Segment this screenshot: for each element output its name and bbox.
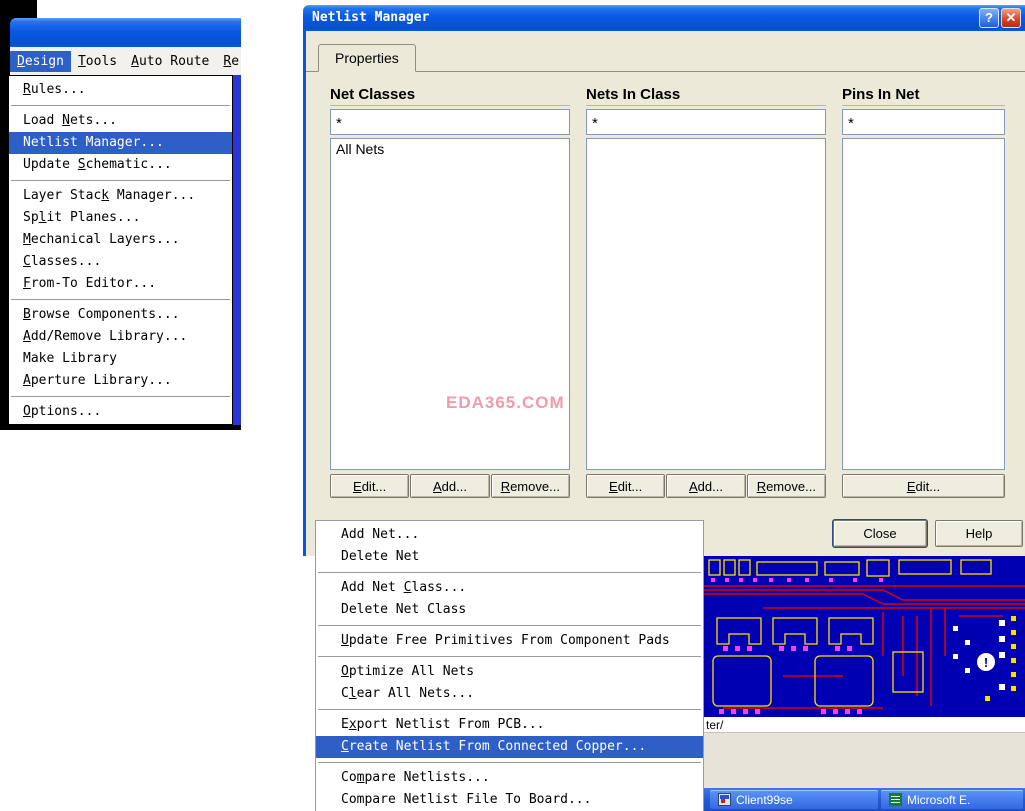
context-menu-separator <box>316 568 703 577</box>
context-menu-item-add-net[interactable]: Add Net... <box>316 524 703 546</box>
app-title-bar <box>10 18 241 47</box>
context-menu-item-export-netlist-from-pcb[interactable]: Export Netlist From PCB... <box>316 714 703 736</box>
taskbar-button-label: Client99se <box>736 793 793 807</box>
context-menu-item-update-free-primitives-from-component-pads[interactable]: Update Free Primitives From Component Pa… <box>316 630 703 652</box>
context-menu-separator <box>316 758 703 767</box>
design-menu-item-from-to-editor[interactable]: From-To Editor... <box>9 273 232 295</box>
help-icon[interactable]: ? <box>979 8 999 28</box>
context-menu-item-delete-net-class[interactable]: Delete Net Class <box>316 599 703 621</box>
taskbar-button-microsoft-e[interactable]: Microsoft E. <box>881 790 1023 809</box>
layer-tab[interactable]: ter/ <box>703 717 1025 733</box>
net-classes-header: Net Classes <box>330 86 570 106</box>
net-classes-filter-input[interactable] <box>330 109 570 135</box>
excel-icon <box>889 793 902 806</box>
pins-in-net-list[interactable] <box>842 138 1005 470</box>
pins-in-net-filter-input[interactable] <box>842 109 1005 135</box>
design-menu-item-aperture-library[interactable]: Aperture Library... <box>9 370 232 392</box>
dialog-title: Netlist Manager <box>312 10 429 25</box>
edit-button[interactable]: Edit... <box>330 474 409 498</box>
design-menu-item-layer-stack-manager[interactable]: Layer Stack Manager... <box>9 185 232 207</box>
net-classes-column: Net Classes All Nets Edit...Add...Remove… <box>330 86 570 498</box>
pcb-alert-icon: ! <box>984 655 988 670</box>
context-menu-item-delete-net[interactable]: Delete Net <box>316 546 703 568</box>
dialog-left-border <box>303 31 306 556</box>
menubar-item-re[interactable]: Re <box>216 51 241 72</box>
context-menu-item-optimize-all-nets[interactable]: Optimize All Nets <box>316 661 703 683</box>
design-menu-item-load-nets[interactable]: Load Nets... <box>9 110 232 132</box>
menubar-item-auto-route[interactable]: Auto Route <box>124 51 216 72</box>
netlist-manager-dialog: Netlist Manager ? ✕ Properties Net Class… <box>303 5 1025 556</box>
net-classes-buttons: Edit...Add...Remove... <box>330 474 570 498</box>
menubar-item-tools[interactable]: Tools <box>71 51 124 72</box>
pcb-canvas: ! <box>703 556 1025 717</box>
design-menu-item-browse-components[interactable]: Browse Components... <box>9 304 232 326</box>
help-button[interactable]: Help <box>935 520 1023 547</box>
context-menu-item-compare-netlists[interactable]: Compare Netlists... <box>316 767 703 789</box>
design-menu-item-options[interactable]: Options... <box>9 401 232 423</box>
design-menu-separator <box>9 101 232 110</box>
design-menu-item-split-planes[interactable]: Split Planes... <box>9 207 232 229</box>
add-button[interactable]: Add... <box>410 474 489 498</box>
context-menu-item-clear-all-nets[interactable]: Clear All Nets... <box>316 683 703 705</box>
close-button[interactable]: Close <box>833 520 927 547</box>
pins-in-net-column: Pins In Net Edit... <box>842 86 1005 498</box>
design-menu-item-classes[interactable]: Classes... <box>9 251 232 273</box>
design-menu-separator <box>9 295 232 304</box>
context-menu-separator <box>316 621 703 630</box>
netlist-context-menu: Add Net...Delete Net Add Net Class...Dele… <box>315 520 704 811</box>
close-icon[interactable]: ✕ <box>1001 8 1021 28</box>
status-strip <box>703 733 1025 788</box>
context-menu-separator <box>316 705 703 714</box>
list-item-all-nets[interactable]: All Nets <box>331 139 569 159</box>
edit-button[interactable]: Edit... <box>586 474 665 498</box>
pins-in-net-buttons: Edit... <box>842 474 1005 498</box>
nets-in-class-column: Nets In Class Edit...Add...Remove... <box>586 86 826 498</box>
design-menu-item-rules[interactable]: Rules... <box>9 79 232 101</box>
taskbar: Client99se Microsoft E. <box>690 788 1025 811</box>
context-menu-item-create-netlist-from-connected-copper[interactable]: Create Netlist From Connected Copper... <box>316 736 703 758</box>
pcb-view[interactable]: ! <box>703 556 1025 717</box>
design-menu-item-mechanical-layers[interactable]: Mechanical Layers... <box>9 229 232 251</box>
nets-in-class-list[interactable] <box>586 138 826 470</box>
nets-in-class-filter-input[interactable] <box>586 109 826 135</box>
pins-in-net-header: Pins In Net <box>842 86 1005 106</box>
nets-in-class-buttons: Edit...Add...Remove... <box>586 474 826 498</box>
remove-button[interactable]: Remove... <box>491 474 570 498</box>
design-menu-item-add-remove-library[interactable]: Add/Remove Library... <box>9 326 232 348</box>
tab-strip: Properties <box>306 44 1025 72</box>
pcb-app-window-fragment: DesignToolsAuto RouteRe Rules... Load Net… <box>0 18 241 430</box>
remove-button[interactable]: Remove... <box>747 474 826 498</box>
dialog-title-bar: Netlist Manager <box>303 5 1025 31</box>
menubar-item-design[interactable]: Design <box>10 51 71 72</box>
edit-button[interactable]: Edit... <box>842 474 1005 498</box>
context-menu-separator <box>316 652 703 661</box>
design-menu-item-update-schematic[interactable]: Update Schematic... <box>9 154 232 176</box>
tab-properties[interactable]: Properties <box>318 44 416 72</box>
taskbar-button-label: Microsoft E. <box>907 793 970 807</box>
context-menu-item-compare-netlist-file-to-board[interactable]: Compare Netlist File To Board... <box>316 789 703 811</box>
design-menu-item-netlist-manager[interactable]: Netlist Manager... <box>9 132 232 154</box>
nets-in-class-header: Nets In Class <box>586 86 826 106</box>
client99se-icon <box>718 793 731 806</box>
app-menubar: DesignToolsAuto RouteRe <box>10 47 241 75</box>
context-menu-item-add-net-class[interactable]: Add Net Class... <box>316 577 703 599</box>
design-menu-separator <box>9 176 232 185</box>
design-menu-separator <box>9 392 232 401</box>
design-menu-dropdown: Rules... Load Nets...Netlist Manager...Up… <box>8 75 233 425</box>
net-classes-list[interactable]: All Nets <box>330 138 570 470</box>
screen: DesignToolsAuto RouteRe Rules... Load Net… <box>0 0 1025 811</box>
window-edge-strip <box>233 75 241 425</box>
design-menu-item-make-library[interactable]: Make Library <box>9 348 232 370</box>
window-corner-black <box>0 0 37 18</box>
add-button[interactable]: Add... <box>666 474 745 498</box>
taskbar-button-client99se[interactable]: Client99se <box>710 790 878 809</box>
